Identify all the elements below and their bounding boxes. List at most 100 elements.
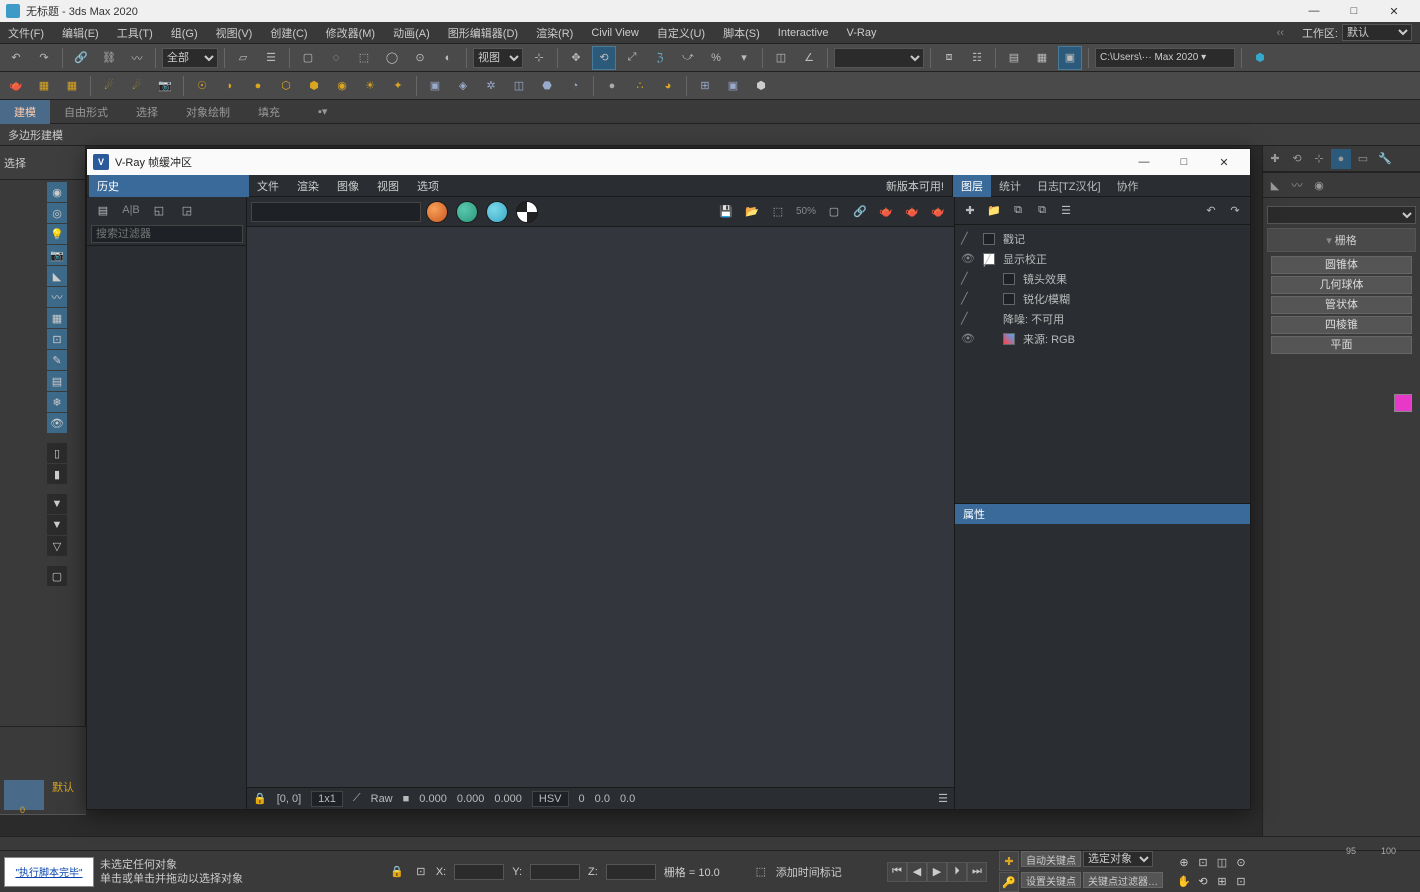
menu-view[interactable]: 视图(V) — [216, 25, 253, 41]
vray-redo-icon[interactable]: ↷ — [1226, 202, 1244, 220]
vray-search-input[interactable] — [91, 225, 243, 243]
vray-colorspace[interactable]: HSV — [532, 791, 569, 807]
align-button[interactable]: ☷ — [965, 46, 989, 70]
menu-grapheditor[interactable]: 图形编辑器(D) — [448, 25, 518, 41]
ribbon-tab-select[interactable]: 选择 — [122, 100, 172, 124]
lp-icon-17[interactable]: ▽ — [47, 536, 67, 556]
scale-button[interactable]: ⤢ — [620, 46, 644, 70]
vray-notice[interactable]: 新版本可用! — [886, 178, 952, 194]
rd-tab-utilities[interactable]: 🔧 — [1375, 149, 1395, 169]
lp-icon-5[interactable]: ◣ — [47, 266, 67, 286]
plane-icon[interactable]: ⬢ — [302, 74, 326, 98]
vray-hist-right-icon[interactable]: ◲ — [175, 198, 199, 222]
autokey-button[interactable]: 自动关键点 — [1021, 851, 1081, 867]
isolate-icon[interactable]: ⊡ — [412, 863, 430, 881]
vray-menu-render[interactable]: 渲染 — [289, 175, 327, 197]
vray-layer-sharpen[interactable]: ╱锐化/模糊 — [955, 289, 1250, 309]
move-button[interactable]: ✥ — [564, 46, 588, 70]
menu-file[interactable]: 文件(F) — [8, 25, 44, 41]
vray-render-button[interactable] — [426, 201, 448, 223]
filter-select[interactable]: 全部 — [162, 48, 218, 68]
vray-hist-left-icon[interactable]: ◱ — [147, 198, 171, 222]
vray-close-button[interactable]: ✕ — [1204, 151, 1244, 173]
lp-icon-15[interactable]: ▼ — [47, 494, 67, 514]
vray-menu-options[interactable]: 选项 — [409, 175, 447, 197]
menu-modifier[interactable]: 修改器(M) — [326, 25, 376, 41]
vray-tab-collab[interactable]: 协作 — [1109, 175, 1147, 197]
menu-render[interactable]: 渲染(R) — [536, 25, 573, 41]
workspace-select[interactable]: 默认 — [1342, 24, 1412, 41]
vray-zoom[interactable]: 1x1 — [311, 791, 343, 807]
rd-tab-motion[interactable]: ● — [1331, 149, 1351, 169]
vray-tab-layers[interactable]: 图层 — [953, 175, 991, 197]
menu-group[interactable]: 组(G) — [171, 25, 198, 41]
keyfilter-button[interactable]: 关键点过滤器… — [1083, 872, 1163, 888]
tag-icon[interactable]: ⬚ — [752, 863, 770, 881]
nav-8[interactable]: ⊡ — [1232, 872, 1250, 890]
vray-maximize-button[interactable]: □ — [1164, 151, 1204, 173]
vfb-icon[interactable]: ▣ — [721, 74, 745, 98]
mat-multi-icon[interactable]: ∴ — [628, 74, 652, 98]
menu-customize[interactable]: 自定义(U) — [657, 25, 705, 41]
menu-animation[interactable]: 动画(A) — [393, 25, 430, 41]
prev-arrow-icon[interactable]: ‹‹ — [1277, 27, 1284, 39]
mirror-button[interactable]: ⧈ — [937, 46, 961, 70]
proxy-icon[interactable]: ◈ — [451, 74, 475, 98]
close-button[interactable]: ✕ — [1374, 0, 1414, 22]
spinner-button[interactable]: ▾ — [732, 46, 756, 70]
ribbon-toggle[interactable]: ▪▾ — [304, 100, 341, 124]
ribbon-tab-modeling[interactable]: 建模 — [0, 100, 50, 124]
vray-hist-save-icon[interactable]: ▤ — [91, 198, 115, 222]
vray-undo-icon[interactable]: ↶ — [1202, 202, 1220, 220]
vray-channel-select[interactable] — [251, 202, 421, 222]
maximize-button[interactable]: □ — [1334, 0, 1374, 22]
y-input[interactable] — [530, 864, 580, 880]
ribbon-tab-freeform[interactable]: 自由形式 — [50, 100, 122, 124]
menu-vray[interactable]: V-Ray — [847, 27, 877, 39]
vray-teapot3-icon[interactable]: 🫖 — [926, 200, 950, 224]
color-swatch[interactable] — [1394, 394, 1412, 412]
lp-icon-2[interactable]: ◎ — [47, 203, 67, 223]
lock-icon[interactable]: 🔒 — [388, 863, 406, 881]
nav-5[interactable]: ✋ — [1175, 872, 1193, 890]
rd-category-select[interactable] — [1267, 206, 1416, 224]
vray-viewport[interactable] — [247, 227, 954, 787]
vray-layer-display[interactable]: 👁╱显示校正 — [955, 249, 1250, 269]
box-icon[interactable]: ▣ — [423, 74, 447, 98]
nav-7[interactable]: ⊞ — [1213, 872, 1231, 890]
x-input[interactable] — [454, 864, 504, 880]
vray-teapot2-icon[interactable]: 🫖 — [900, 200, 924, 224]
add-key-button[interactable]: ✚ — [999, 851, 1019, 871]
vray-menu-image[interactable]: 图像 — [329, 175, 367, 197]
vray-copy-icon[interactable]: ⧉ — [1009, 202, 1027, 220]
sphere-icon[interactable]: ☉ — [190, 74, 214, 98]
menu-interactive[interactable]: Interactive — [778, 27, 829, 39]
fur-icon[interactable]: ✲ — [479, 74, 503, 98]
rd-tab-hierarchy[interactable]: ⊹ — [1309, 149, 1329, 169]
pivot-button[interactable]: ⊹ — [527, 46, 551, 70]
vray-hist-ab-icon[interactable]: A|B — [119, 198, 143, 222]
vray-layer-denoise[interactable]: ╱降噪: 不可用 — [955, 309, 1250, 329]
select-button[interactable]: ▱ — [231, 46, 255, 70]
region-fence-button[interactable]: ⬚ — [352, 46, 376, 70]
rd-btn-plane[interactable]: 平面 — [1271, 336, 1412, 354]
vray-icon[interactable]: ⬢ — [1248, 46, 1272, 70]
vray-save-icon[interactable]: 💾 — [714, 200, 738, 224]
region-rect-button[interactable]: ▢ — [296, 46, 320, 70]
project-path[interactable] — [1095, 48, 1235, 68]
lp-icon-16[interactable]: ▼ — [47, 515, 67, 535]
rd-btn-pyramid[interactable]: 四棱锥 — [1271, 316, 1412, 334]
rd-tab-modify[interactable]: ⟲ — [1287, 149, 1307, 169]
default-label[interactable]: 默认 — [48, 777, 78, 797]
lp-icon-10[interactable]: ▤ — [47, 371, 67, 391]
next-frame-button[interactable]: ⏵ — [947, 862, 967, 882]
vray-teapot1-icon[interactable]: 🫖 — [874, 200, 898, 224]
snap-button[interactable]: ◫ — [769, 46, 793, 70]
vray-cloud-button[interactable] — [486, 201, 508, 223]
nav-1[interactable]: ⊕ — [1175, 853, 1193, 871]
ies-icon[interactable]: ✦ — [386, 74, 410, 98]
lp-icon-12[interactable]: 👁 — [47, 413, 67, 433]
bind-button[interactable]: 〰 — [125, 46, 149, 70]
vray-region-icon[interactable]: ⬚ — [766, 200, 790, 224]
vray-link-icon[interactable]: 🔗 — [848, 200, 872, 224]
